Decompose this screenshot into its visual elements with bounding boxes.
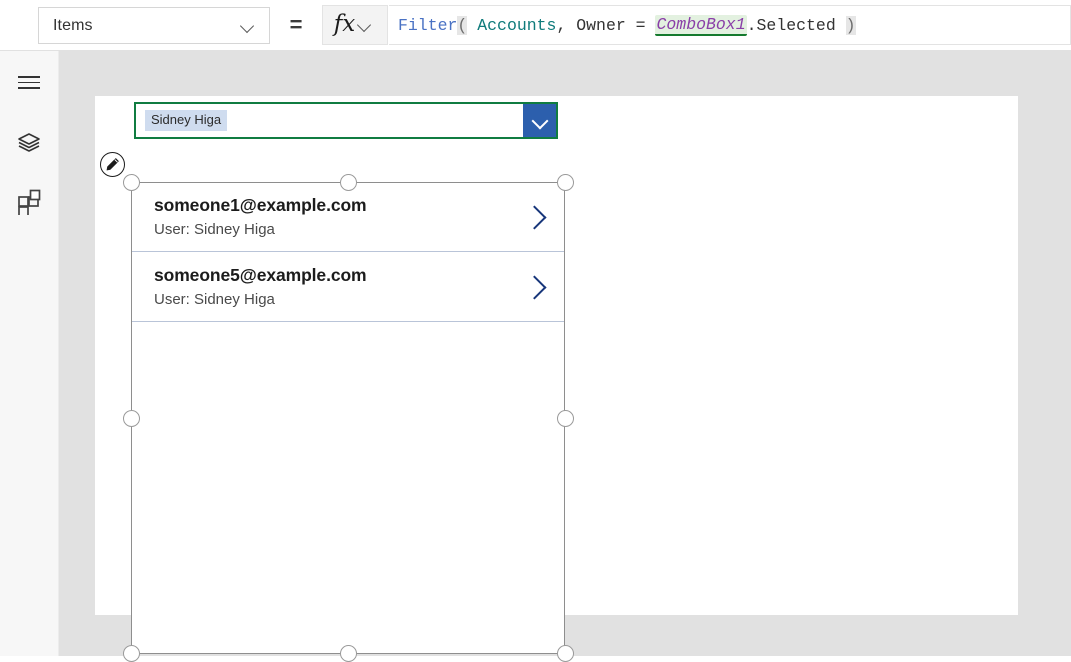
formula-token-0: Filter <box>398 15 458 35</box>
combobox-dropdown-button[interactable] <box>523 104 556 137</box>
formula-bar: Items = fx Filter( Accounts, Owner = Com… <box>0 0 1071 51</box>
gallery-row-subtitle: User: Sidney Higa <box>154 220 275 238</box>
resize-handle-top-left[interactable] <box>123 174 140 191</box>
resize-handle-middle-right[interactable] <box>557 410 574 427</box>
formula-token-3: Accounts <box>477 15 557 35</box>
resize-handle-bottom-right[interactable] <box>557 645 574 662</box>
gallery-row[interactable]: someone1@example.com User: Sidney Higa <box>132 182 564 252</box>
canvas-workspace: Sidney Higa someone1@example.com User: Si… <box>59 51 1071 662</box>
property-selector-label: Items <box>53 16 93 34</box>
formula-token-5: ComboBox1 <box>655 14 747 36</box>
formula-input[interactable]: Filter( Accounts, Owner = ComboBox1 .Sele… <box>389 5 1071 45</box>
sidebar-item-menu[interactable] <box>9 63 49 103</box>
resize-handle-top-center[interactable] <box>340 174 357 191</box>
gallery-row[interactable]: someone5@example.com User: Sidney Higa <box>132 252 564 322</box>
menu-icon <box>18 76 40 90</box>
formula-token-2 <box>467 16 477 35</box>
gallery-row-title: someone5@example.com <box>154 265 367 285</box>
chevron-down-icon <box>241 19 255 33</box>
app-screen: Sidney Higa someone1@example.com User: Si… <box>95 96 1018 662</box>
property-selector-dropdown[interactable]: Items <box>38 7 270 44</box>
resize-handle-top-right[interactable] <box>557 174 574 191</box>
resize-handle-bottom-center[interactable] <box>340 645 357 662</box>
gallery-control[interactable]: someone1@example.com User: Sidney Higa som… <box>131 182 565 654</box>
formula-token-7: ) <box>845 15 856 35</box>
chevron-down-icon <box>358 18 372 32</box>
sidebar-item-insert[interactable] <box>9 182 49 222</box>
pencil-edit-icon-button[interactable] <box>100 152 125 177</box>
sidebar-item-tree-view[interactable] <box>9 122 49 162</box>
combobox-selected-chip: Sidney Higa <box>145 109 228 132</box>
chevron-right-icon[interactable] <box>524 273 546 301</box>
gallery-row-title: someone1@example.com <box>154 195 367 215</box>
insert-icon <box>18 189 41 215</box>
gallery-row-subtitle: User: Sidney Higa <box>154 290 275 308</box>
pencil-edit-icon <box>106 158 119 171</box>
combobox-control[interactable]: Sidney Higa <box>134 102 558 139</box>
resize-handle-bottom-left[interactable] <box>123 645 140 662</box>
fx-icon: fx <box>333 10 356 37</box>
formula-token-1: ( <box>457 15 468 35</box>
fx-expand-button[interactable]: fx <box>322 5 388 45</box>
gallery-empty-area <box>132 322 564 654</box>
equals-sign: = <box>289 12 303 37</box>
chevron-right-icon[interactable] <box>524 203 546 231</box>
left-rail <box>0 51 59 656</box>
resize-handle-middle-left[interactable] <box>123 410 140 427</box>
formula-token-4: , Owner = <box>556 15 656 35</box>
formula-token-6: .Selected <box>746 15 846 35</box>
tree-view-icon <box>18 133 40 152</box>
chevron-down-icon <box>532 113 548 129</box>
